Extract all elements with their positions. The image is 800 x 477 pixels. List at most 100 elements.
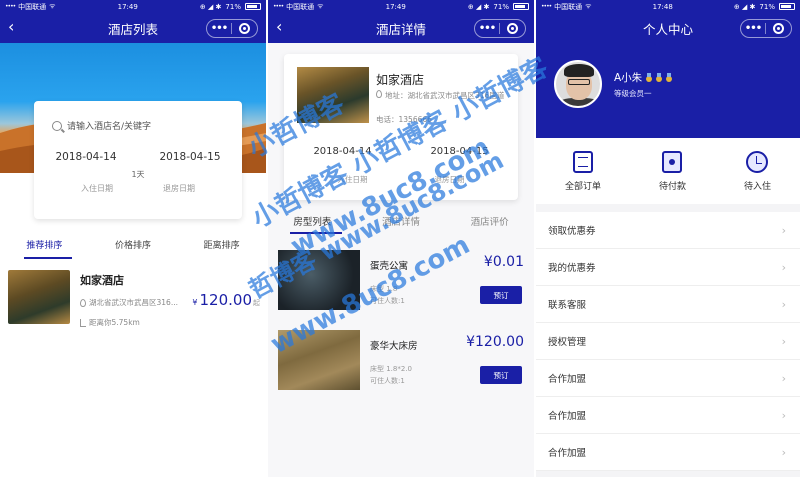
check-in-label: 入住日期 bbox=[81, 184, 113, 193]
room-photo bbox=[278, 250, 360, 310]
pending-payment-label: 待付款 bbox=[658, 181, 686, 192]
all-orders-button[interactable]: 全部订单 bbox=[565, 150, 601, 192]
location-pin-icon bbox=[80, 298, 86, 307]
battery-percent: 71% bbox=[493, 2, 509, 11]
chevron-right-icon: › bbox=[781, 223, 786, 237]
page-title: 酒店列表 bbox=[107, 21, 158, 37]
carrier-label: 中国联通 bbox=[18, 2, 47, 11]
mini-program-capsule: ••• bbox=[206, 19, 258, 38]
menu-item-label: 授权管理 bbox=[548, 337, 587, 348]
more-menu-icon[interactable]: ••• bbox=[207, 23, 233, 34]
menu-item-label: 联系客服 bbox=[548, 300, 587, 311]
close-target-icon[interactable] bbox=[500, 23, 525, 34]
close-target-icon[interactable] bbox=[766, 23, 791, 34]
status-bar: •••• 中国联通 ᯤ 17:49 ⊕ ◢ ✱ 71% bbox=[0, 0, 266, 13]
check-in-label: 入住日期 bbox=[337, 175, 368, 184]
avatar[interactable] bbox=[554, 60, 602, 108]
hotel-list-item[interactable]: 如家酒店 湖北省武汉市武昌区316... 距离你5.75km ¥120.00起 bbox=[8, 270, 260, 328]
menu-item-partnership[interactable]: 合作加盟 › bbox=[536, 360, 800, 397]
user-name: A小朱 bbox=[614, 72, 643, 84]
room-photo bbox=[278, 330, 360, 390]
status-time: 17:49 bbox=[385, 2, 406, 11]
chevron-right-icon: › bbox=[781, 371, 786, 385]
hotel-thumbnail-image bbox=[8, 270, 70, 324]
page-title: 个人中心 bbox=[642, 21, 693, 37]
battery-icon bbox=[512, 3, 529, 10]
menu-item-partnership[interactable]: 合作加盟 › bbox=[536, 397, 800, 434]
back-icon[interactable]: ‹ bbox=[8, 18, 14, 36]
menu-item-label: 合作加盟 bbox=[548, 448, 587, 459]
nav-bar: 个人中心 ••• bbox=[536, 13, 800, 43]
check-in-date[interactable]: 2018-04-14 bbox=[55, 151, 116, 163]
nav-bar: ‹ 酒店详情 ••• bbox=[268, 13, 534, 43]
user-name-row: A小朱 bbox=[614, 70, 673, 85]
status-time: 17:48 bbox=[652, 2, 673, 11]
tab-price-sort[interactable]: 价格排序 bbox=[115, 238, 151, 251]
medal-icon bbox=[645, 73, 653, 82]
tab-hotel-details[interactable]: 酒店详情 bbox=[382, 214, 420, 228]
back-icon[interactable]: ‹ bbox=[276, 18, 282, 36]
menu-item-label: 合作加盟 bbox=[548, 411, 587, 422]
battery-icon bbox=[778, 3, 795, 10]
wifi-icon: ᯤ bbox=[317, 2, 324, 10]
book-button[interactable]: 预订 bbox=[480, 286, 522, 304]
hotel-price: ¥120.00起 bbox=[192, 291, 260, 309]
wifi-icon: ᯤ bbox=[49, 2, 56, 10]
status-icons: ⊕ ◢ ✱ bbox=[467, 2, 490, 11]
active-tab-indicator bbox=[290, 232, 342, 234]
page-title: 酒店详情 bbox=[375, 21, 426, 37]
room-list-item: 豪华大床房 床型 1.8*2.0 可住人数:1 ¥120.00 预订 bbox=[278, 330, 528, 394]
menu-item-get-coupons[interactable]: 领取优惠券 › bbox=[536, 212, 800, 249]
pending-payment-button[interactable]: 待付款 bbox=[658, 150, 686, 192]
room-capacity: 可住人数:1 bbox=[370, 297, 405, 305]
room-name: 豪华大床房 bbox=[370, 341, 418, 352]
pending-checkin-button[interactable]: 待入住 bbox=[744, 150, 771, 192]
tab-recommended-sort[interactable]: 推荐排序 bbox=[26, 238, 62, 251]
check-out-date[interactable]: 2018-04-15 bbox=[159, 151, 220, 163]
search-card: 请输入酒店名/关键字 2018-04-14 2018-04-15 1天 入住日期… bbox=[34, 101, 242, 219]
menu-item-label: 我的优惠券 bbox=[548, 263, 596, 274]
close-target-icon[interactable] bbox=[232, 23, 257, 34]
menu-item-customer-service[interactable]: 联系客服 › bbox=[536, 286, 800, 323]
hotel-address: 地址：湖北省武汉市武昌区316国道 bbox=[385, 91, 505, 100]
hotel-address: 湖北省武汉市武昌区316... bbox=[89, 298, 178, 307]
hotel-phone[interactable]: 电话：1356666 bbox=[376, 114, 432, 125]
distance-icon bbox=[80, 318, 86, 327]
check-out-label: 退房日期 bbox=[434, 175, 465, 184]
order-list-icon bbox=[572, 150, 593, 173]
sort-tabs: 推荐排序 价格排序 距离排序 bbox=[0, 238, 266, 251]
more-menu-icon[interactable]: ••• bbox=[741, 23, 767, 34]
wallet-icon bbox=[662, 150, 683, 173]
check-in-date[interactable]: 2018-04-14 bbox=[313, 146, 371, 157]
tab-distance-sort[interactable]: 距离排序 bbox=[204, 238, 240, 251]
chevron-right-icon: › bbox=[781, 297, 786, 311]
status-icons: ⊕ ◢ ✱ bbox=[199, 2, 222, 11]
room-bed-type: 床型 1.8 bbox=[370, 285, 398, 293]
hotel-distance: 距离你5.75km bbox=[89, 318, 140, 327]
nights-count: 1天 bbox=[131, 170, 145, 179]
menu-item-label: 领取优惠券 bbox=[548, 226, 596, 237]
check-out-date[interactable]: 2018-04-15 bbox=[430, 146, 488, 157]
tab-room-list[interactable]: 房型列表 bbox=[293, 214, 331, 228]
menu-item-authorization[interactable]: 授权管理 › bbox=[536, 323, 800, 360]
menu-item-my-coupons[interactable]: 我的优惠券 › bbox=[536, 249, 800, 286]
search-input[interactable]: 请输入酒店名/关键字 bbox=[34, 101, 242, 132]
menu-item-partnership[interactable]: 合作加盟 › bbox=[536, 434, 800, 471]
hotel-detail-screen: •••• 中国联通 ᯤ 17:49 ⊕ ◢ ✱ 71% ‹ 酒店详情 ••• 如… bbox=[268, 0, 534, 477]
status-time: 17:49 bbox=[117, 2, 138, 11]
more-menu-icon[interactable]: ••• bbox=[475, 23, 501, 34]
hotel-detail-card: 如家酒店 地址：湖北省武汉市武昌区316国道 电话：1356666 2018-0… bbox=[284, 54, 518, 200]
hotel-photo bbox=[297, 67, 369, 123]
chevron-right-icon: › bbox=[781, 408, 786, 422]
active-tab-indicator bbox=[24, 257, 72, 259]
medal-icon bbox=[665, 73, 673, 82]
book-button[interactable]: 预订 bbox=[480, 366, 522, 384]
wifi-icon: ᯤ bbox=[585, 2, 592, 10]
member-level: 等级会员一 bbox=[614, 89, 652, 98]
clock-icon bbox=[746, 150, 769, 173]
carrier-label: 中国联通 bbox=[286, 2, 315, 11]
nav-bar: ‹ 酒店列表 ••• bbox=[0, 13, 266, 43]
location-pin-icon bbox=[376, 90, 382, 98]
search-icon bbox=[52, 120, 62, 131]
tab-hotel-reviews[interactable]: 酒店评价 bbox=[471, 214, 509, 228]
